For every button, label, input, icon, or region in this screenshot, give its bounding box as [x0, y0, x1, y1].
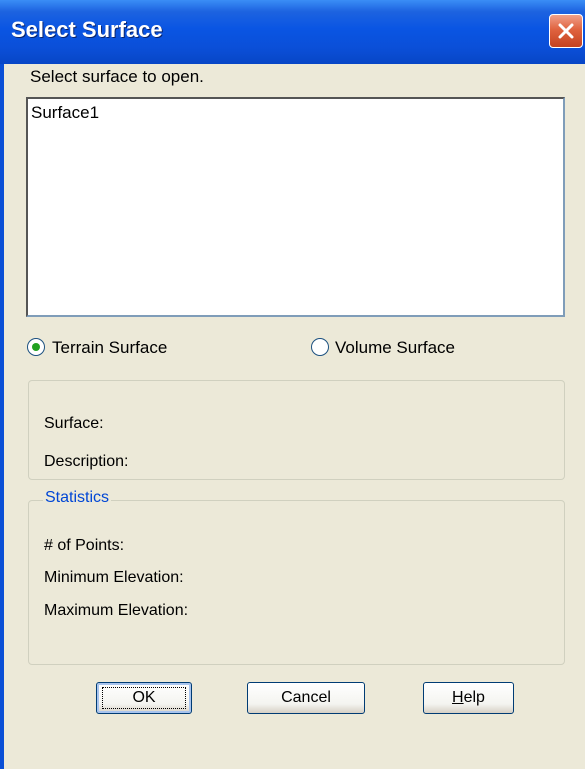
surface-listbox[interactable]: Surface1 [26, 97, 565, 317]
description-label: Description: [44, 453, 129, 470]
terrain-surface-label[interactable]: Terrain Surface [52, 338, 167, 358]
max-elevation-label: Maximum Elevation: [44, 602, 189, 619]
statistics-title: Statistics [43, 489, 112, 507]
dialog-title: Select Surface [11, 17, 163, 42]
ok-button[interactable]: OK [96, 682, 192, 714]
statistics-group: Statistics # of Points: Minimum Elevatio… [28, 489, 565, 665]
help-accelerator-key: H [452, 689, 464, 706]
close-button[interactable] [549, 14, 583, 48]
surface-info-group: Surface: Description: [28, 380, 565, 480]
list-item[interactable]: Surface1 [31, 103, 99, 123]
close-icon [558, 23, 574, 39]
volume-surface-label[interactable]: Volume Surface [335, 338, 455, 358]
points-label: # of Points: [44, 537, 125, 554]
help-button-label: elp [463, 689, 485, 706]
title-bar[interactable]: Select Surface [0, 0, 585, 64]
focus-ring [102, 687, 186, 709]
surface-label: Surface: [44, 415, 104, 432]
min-elevation-label: Minimum Elevation: [44, 569, 184, 586]
volume-surface-radio[interactable] [311, 338, 329, 356]
window-border [0, 64, 4, 769]
terrain-surface-radio[interactable] [27, 338, 45, 356]
radio-selected-dot [32, 343, 40, 351]
help-button[interactable]: Help [423, 682, 514, 714]
instruction-label: Select surface to open. [30, 67, 204, 86]
cancel-button-label: Cancel [281, 689, 331, 706]
cancel-button[interactable]: Cancel [247, 682, 365, 714]
select-surface-dialog: Select Surface Select surface to open. S… [0, 0, 585, 769]
